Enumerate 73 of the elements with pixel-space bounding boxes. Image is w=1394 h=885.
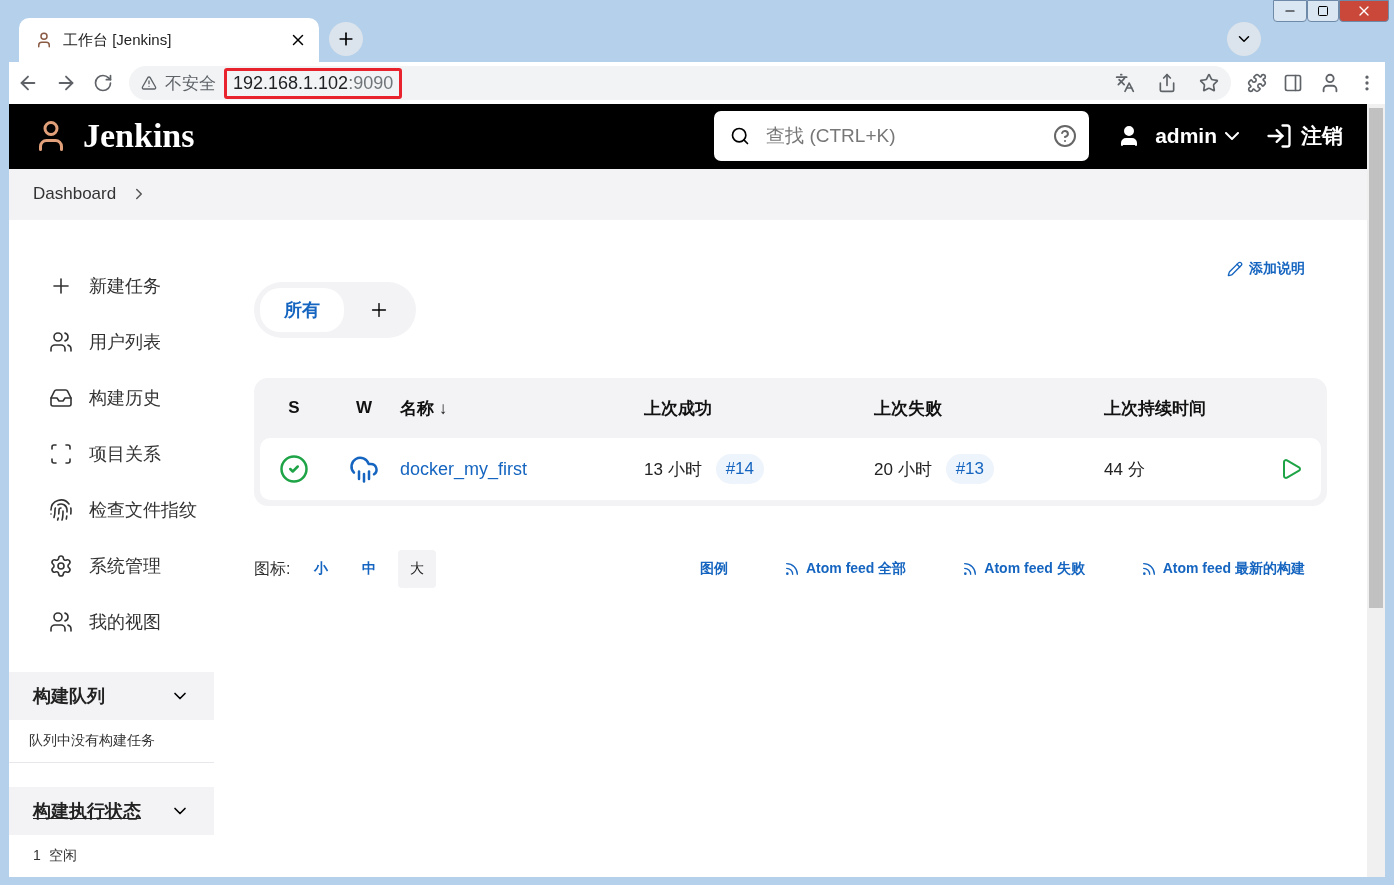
new-tab-button[interactable] [329, 22, 363, 56]
sidebar-icon [49, 610, 73, 634]
sidebar-item[interactable]: 构建历史 [9, 370, 214, 426]
rain-cloud-icon [349, 454, 379, 484]
favicon-icon [35, 31, 53, 49]
sidebar-icon [49, 554, 73, 578]
sidebar-icon [49, 442, 73, 466]
view-tab[interactable]: 所有 [260, 288, 344, 332]
feed-link[interactable]: Atom feed 全部 [783, 560, 907, 578]
feed-icon [783, 561, 800, 577]
executor-status: 1 空闲 [32, 846, 78, 865]
feed-icon [1140, 561, 1157, 577]
side-panel-icon[interactable] [1283, 73, 1303, 93]
extensions-icon[interactable] [1247, 73, 1267, 93]
sidebar-icon [49, 330, 73, 354]
feed-icon [962, 561, 979, 577]
sidebar-icon [49, 386, 73, 410]
security-warning: 不安全 [165, 72, 216, 95]
feed-link[interactable]: Atom feed 最新的构建 [1140, 560, 1305, 578]
sidebar-icon [49, 498, 73, 522]
build-link[interactable]: #13 [945, 454, 994, 484]
icon-size-option[interactable]: 小 [302, 550, 341, 588]
table-cell-text: 13 小时 [644, 458, 702, 481]
scrollbar[interactable] [1367, 104, 1385, 877]
bookmark-star-icon[interactable] [1199, 73, 1219, 93]
browser-tab[interactable]: 工作台 [Jenkins] [19, 18, 319, 62]
logout-link[interactable]: 注销 [1265, 122, 1343, 151]
help-icon[interactable] [1053, 124, 1078, 149]
pane-title: 构建执行状态 [33, 800, 141, 823]
job-link[interactable]: docker_my_first [400, 458, 528, 480]
user-menu[interactable]: admin [1155, 124, 1239, 149]
column-header[interactable]: 名称 ↓ [400, 396, 644, 420]
breadcrumb-link[interactable]: Dashboard [33, 184, 117, 205]
tab-title: 工作台 [Jenkins] [63, 30, 173, 50]
table-cell-text: 44 分 [1104, 458, 1145, 481]
sidebar-item[interactable]: 用户列表 [9, 314, 214, 370]
sidebar-item[interactable]: 新建任务 [9, 258, 214, 314]
pane-title: 构建队列 [33, 685, 105, 708]
logo-text[interactable]: Jenkins [83, 117, 195, 156]
queue-message: 队列中没有构建任务 [9, 720, 214, 763]
sidebar-item[interactable]: 我的视图 [9, 594, 214, 650]
column-header: 上次成功 [644, 397, 713, 420]
column-header: W [354, 398, 373, 418]
address-bar[interactable]: 不安全 192.168.1.102:9090 [129, 66, 1231, 100]
chevron-icon [1225, 132, 1239, 141]
sidebar-item[interactable]: 系统管理 [9, 538, 214, 594]
reload-icon[interactable] [93, 73, 113, 93]
column-header: 上次失败 [874, 397, 943, 420]
icon-size-option[interactable]: 中 [350, 550, 389, 588]
feed-link[interactable]: Atom feed 失败 [962, 560, 1085, 578]
maximize-button[interactable] [1307, 0, 1339, 22]
column-header: S [287, 398, 301, 418]
minimize-button[interactable] [1273, 0, 1307, 22]
icon-size-option[interactable]: 大 [398, 550, 437, 588]
maximize-icon [1317, 5, 1329, 17]
logout-icon [1265, 122, 1293, 151]
build-link[interactable]: #14 [715, 454, 764, 484]
pane-header[interactable]: 构建执行状态 [9, 787, 214, 835]
pane-header[interactable]: 构建队列 [9, 672, 214, 720]
legend-link[interactable]: 图例 [699, 560, 728, 578]
search-bar[interactable]: 查找 (CTRL+K) [714, 111, 1090, 162]
pencil-icon [1227, 261, 1243, 277]
share-icon[interactable] [1157, 73, 1177, 93]
warning-icon [141, 75, 157, 91]
sidebar-item[interactable]: 检查文件指纹 [9, 482, 214, 538]
sidebar-item[interactable]: 项目关系 [9, 426, 214, 482]
table-cell-text: 20 小时 [874, 458, 932, 481]
column-header: 上次持续时间 [1104, 397, 1207, 420]
add-description-link[interactable]: 添加说明 [1227, 260, 1305, 278]
search-icon [730, 126, 751, 147]
icon-size-label: 图标: [254, 558, 291, 579]
url-text: 192.168.1.102:9090 [224, 67, 403, 99]
translate-icon[interactable] [1115, 73, 1135, 93]
